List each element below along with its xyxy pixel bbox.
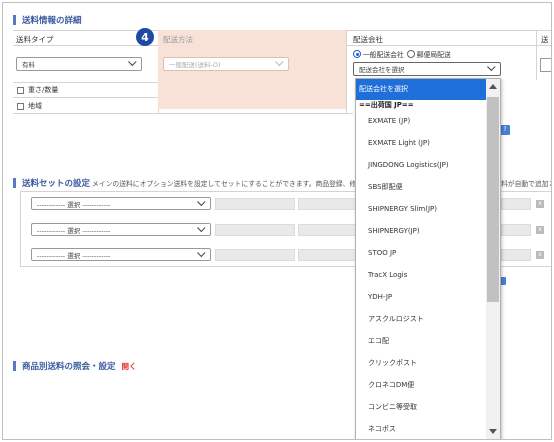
dropdown-option[interactable]: EXMATE (JP) <box>356 111 500 132</box>
region-label: 地域 <box>28 102 42 110</box>
select-value: 有料 <box>22 61 35 69</box>
col-shipping-type: 送料タイプ <box>16 35 54 44</box>
set-row-field-a-3[interactable] <box>215 249 295 261</box>
page-frame: 送料情報の詳細 送料タイプ 配送方法 配送会社 送 4 有料 一般配送(送料-O… <box>2 2 552 440</box>
dropdown-option[interactable]: SBS即配便 <box>356 176 500 198</box>
table-bottom-line <box>13 113 353 114</box>
chevron-down-icon <box>197 248 206 257</box>
dropdown-option[interactable]: アスクルロジスト <box>356 308 500 330</box>
select-value: ------------ 選択 ------------ <box>37 200 111 209</box>
shipping-details-title: 送料情報の詳細 <box>13 14 82 26</box>
step-number-badge: 4 <box>136 28 154 46</box>
select-value: 配送会社を選択 <box>359 66 405 74</box>
select-value: ------------ 選択 ------------ <box>37 251 111 260</box>
scrollbar-thumb[interactable] <box>487 97 499 302</box>
weight-label: 重さ/数量 <box>28 86 59 94</box>
delete-row-icon[interactable]: x <box>536 251 544 259</box>
dropdown-group-jp: ==出荷国 JP== <box>359 101 414 109</box>
col-carrier: 配送会社 <box>353 35 383 44</box>
dropdown-option[interactable]: YDH-JP <box>356 286 500 308</box>
delete-row-icon[interactable]: x <box>536 200 544 208</box>
delete-row-icon[interactable]: x <box>536 226 544 234</box>
set-row-select-3[interactable]: ------------ 選択 ------------ <box>31 248 211 261</box>
set-row-field-a-2[interactable] <box>215 224 295 236</box>
dropdown-scrollbar[interactable] <box>486 79 500 439</box>
region-checkbox[interactable] <box>17 102 24 110</box>
delivery-method-select[interactable]: 一般配送(送料-O) <box>163 57 289 71</box>
section-title-text: 送料情報の詳細 <box>22 16 82 26</box>
set-row-field-c-2[interactable] <box>501 224 531 236</box>
row-line-1 <box>13 82 158 83</box>
set-row-field-b-2[interactable] <box>298 224 356 236</box>
dropdown-option[interactable]: クロネコDM便 <box>356 374 500 396</box>
section-description-tail: 料が自動で追加さ <box>501 180 552 188</box>
partial-input[interactable] <box>540 58 551 72</box>
title-bar-icon <box>13 15 16 25</box>
set-row-field-a-1[interactable] <box>215 198 295 210</box>
open-link[interactable]: 開く <box>122 361 137 372</box>
radio-general-carrier[interactable] <box>353 50 361 58</box>
scroll-up-arrow-icon[interactable] <box>489 84 497 89</box>
set-row-field-b-1[interactable] <box>298 198 356 210</box>
chevron-down-icon <box>197 197 206 206</box>
dropdown-option[interactable]: TracX Logis <box>356 264 500 286</box>
row-line-2 <box>13 97 158 98</box>
weight-quantity-checkbox-row[interactable]: 重さ/数量 <box>17 85 58 95</box>
dropdown-option[interactable]: STOO JP <box>356 242 500 264</box>
dropdown-option[interactable]: コンビニ等受取 <box>356 396 500 418</box>
dropdown-option[interactable]: JINGDONG Logistics(JP) <box>356 154 500 176</box>
carrier-dropdown-list: 配送会社を選択 ==出荷国 JP== EXMATE (JP) EXMATE Li… <box>355 78 501 439</box>
title-bar-icon <box>13 361 16 371</box>
title-bar-icon <box>13 178 16 188</box>
col-divider-2 <box>346 30 347 113</box>
carrier-select[interactable]: 配送会社を選択 <box>353 62 501 76</box>
chevron-down-icon <box>275 57 284 67</box>
col-divider-3 <box>536 30 537 80</box>
chevron-down-icon <box>128 57 137 67</box>
shipping-set-desc-tail: 料が自動で追加さ <box>499 178 552 188</box>
shipping-type-select[interactable]: 有料 <box>16 57 142 71</box>
dropdown-option-selected[interactable]: 配送会社を選択 <box>356 79 500 100</box>
chevron-down-icon <box>487 62 496 72</box>
radio-post-label: 郵便局配送 <box>416 51 451 59</box>
dropdown-option[interactable]: ネコポス <box>356 418 500 439</box>
dropdown-option[interactable]: SHIPNERGY(JP) <box>356 220 500 242</box>
weight-checkbox[interactable] <box>17 86 24 94</box>
col-delivery-method: 配送方法 <box>163 35 193 44</box>
region-checkbox-row[interactable]: 地域 <box>17 101 42 111</box>
dropdown-option[interactable]: クリックポスト <box>356 352 500 374</box>
radio-general-label: 一般配送会社 <box>363 51 404 59</box>
set-row-field-c-3[interactable] <box>501 249 531 261</box>
select-value: 一般配送(送料-O) <box>169 61 221 69</box>
set-row-select-2[interactable]: ------------ 選択 ------------ <box>31 223 211 236</box>
dropdown-option[interactable]: EXMATE Light (JP) <box>356 132 500 154</box>
set-row-field-b-3[interactable] <box>298 249 356 261</box>
col-partial: 送 <box>541 35 549 44</box>
section-description: メインの送料にオプション送料を設定してセットにすることができます。商品登録、修正… <box>92 180 377 188</box>
select-value: ------------ 選択 ------------ <box>37 226 111 235</box>
shipping-set-title: 送料セットの設定 メインの送料にオプション送料を設定してセットにすることができま… <box>13 177 377 189</box>
section-title-text: 送料セットの設定 <box>22 179 91 189</box>
dropdown-option[interactable]: SHIPNERGY Slim(JP) <box>356 198 500 220</box>
set-row-field-c-1[interactable] <box>501 198 531 210</box>
radio-post-office[interactable] <box>406 50 415 58</box>
set-row-select-1[interactable]: ------------ 選択 ------------ <box>31 197 211 210</box>
set-table-left <box>20 191 21 266</box>
help-button[interactable]: ? <box>500 125 510 135</box>
chevron-down-icon <box>197 223 206 232</box>
product-shipping-title: 商品別送料の照会・設定 開く <box>13 360 137 372</box>
carrier-radio-group: 一般配送会社 郵便局配送 <box>353 49 451 59</box>
section-title-text: 商品別送料の照会・設定 <box>22 362 116 372</box>
dropdown-option[interactable]: エコ配 <box>356 330 500 352</box>
scroll-down-arrow-icon[interactable] <box>489 429 497 434</box>
